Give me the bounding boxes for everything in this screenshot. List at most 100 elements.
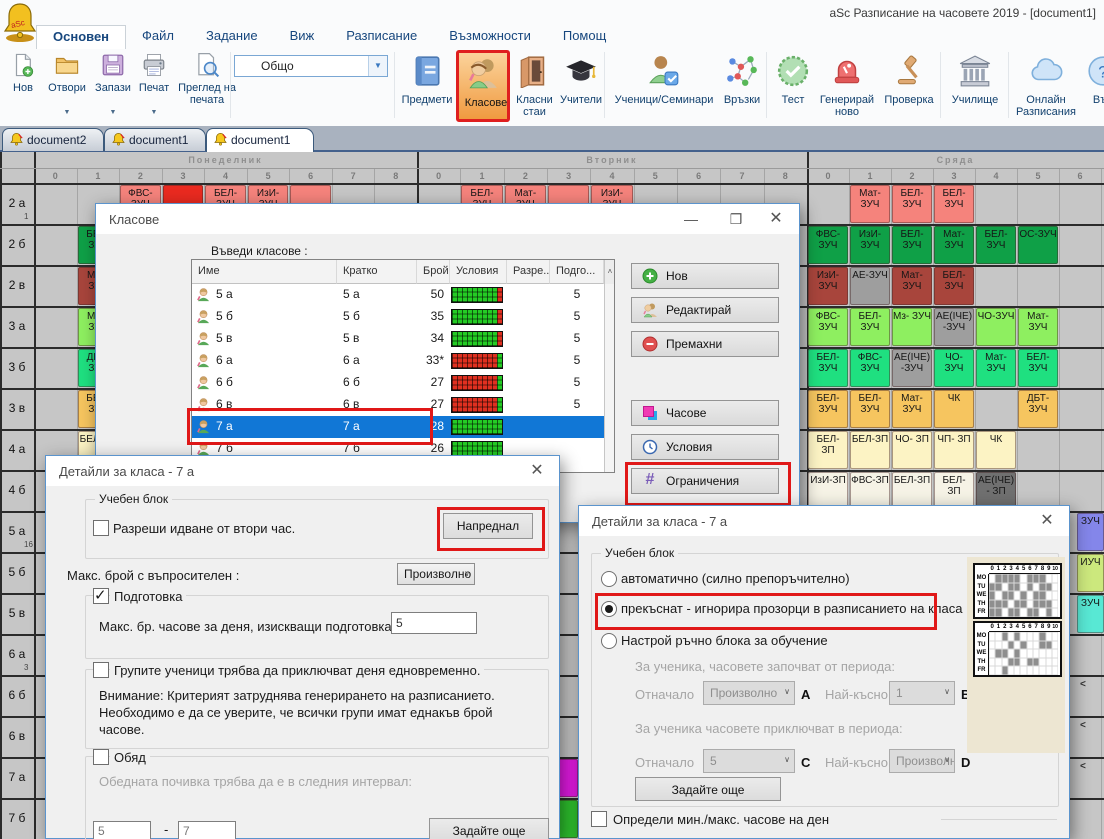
lesson-cell[interactable]: АЕ(IЧЕ)-ЗУЧ <box>934 308 974 346</box>
lunch-checkbox[interactable] <box>93 749 109 765</box>
preparation-checkbox[interactable] <box>93 588 109 604</box>
conditions-grid[interactable] <box>451 397 503 413</box>
row-label-class[interactable]: 3 а <box>0 306 34 347</box>
toolbar-button[interactable]: Отвори▼ <box>44 50 90 124</box>
document-tab[interactable]: document2 <box>2 128 104 151</box>
ribbon-button-students-check[interactable]: Ученици/Семинари <box>612 50 716 122</box>
row-label-class[interactable]: 2 а <box>0 183 34 224</box>
row-label-class[interactable]: 4 а <box>0 429 34 470</box>
lessons-squares-button[interactable]: Часове <box>631 400 779 426</box>
menu-item-Възможности[interactable]: Възможности <box>433 25 547 48</box>
column-header[interactable]: Име <box>192 260 337 284</box>
max-questionable-combobox[interactable]: Произволно∨ <box>397 563 475 585</box>
column-header[interactable]: Подго... <box>550 260 604 284</box>
close-icon[interactable]: ✕ <box>760 207 792 231</box>
start-earliest-combobox[interactable]: Произволно∨ <box>703 681 795 705</box>
row-label-class[interactable]: 2 б <box>0 224 34 265</box>
lesson-cell[interactable]: АЕ(IЧЕ)-ЗУЧ <box>892 349 932 387</box>
lesson-cell[interactable]: ЧП- ЗП <box>934 431 974 469</box>
study-block-radio[interactable] <box>601 601 617 617</box>
document-tab[interactable]: document1 <box>104 128 206 151</box>
lesson-cell[interactable]: ЧО- ЗП <box>892 431 932 469</box>
row-label-class[interactable]: 6 а <box>0 634 34 675</box>
lesson-cell[interactable]: < <box>1080 677 1096 715</box>
lunch-from-input[interactable] <box>93 821 151 839</box>
lesson-cell[interactable]: ЧО- ЗУЧ <box>934 349 974 387</box>
remove-minus-button[interactable]: Премахни <box>631 331 779 357</box>
add-plus-button[interactable]: Нов <box>631 263 779 289</box>
column-header[interactable]: Условия <box>450 260 507 284</box>
column-header[interactable]: Разре... <box>507 260 550 284</box>
view-combobox[interactable]: Общо ▼ <box>234 55 388 77</box>
lesson-cell[interactable]: ЧО-ЗУЧ <box>976 308 1016 346</box>
ribbon-button-test-check-badge[interactable]: Тест <box>770 50 816 122</box>
lesson-cell[interactable]: ИУЧ <box>1077 554 1104 592</box>
lesson-cell[interactable]: БЕЛ-ЗУЧ <box>892 185 932 223</box>
lesson-cell[interactable]: < <box>1080 759 1096 797</box>
lesson-cell[interactable]: ФВС-ЗУЧ <box>808 308 848 346</box>
menu-item-Разписание[interactable]: Разписание <box>330 25 433 48</box>
lesson-cell[interactable]: ИзИ-ЗУЧ <box>808 267 848 305</box>
ribbon-button-links-molecule[interactable]: Връзки <box>718 50 766 122</box>
class-row[interactable]: 7 а7 а28 <box>192 416 604 438</box>
study-block-radio[interactable] <box>601 633 617 649</box>
asc-bell-logo-icon[interactable]: aSc <box>2 1 38 43</box>
lesson-cell[interactable]: БЕЛ-ЗУЧ <box>850 390 890 428</box>
scroll-up-button[interactable]: ˄ <box>604 260 615 284</box>
row-label-class[interactable]: 6 б <box>0 675 34 716</box>
lesson-cell[interactable]: ЗУЧ <box>1077 595 1104 633</box>
lesson-cell[interactable]: БЕЛ-ЗУЧ <box>1018 349 1058 387</box>
lesson-cell[interactable]: ЧК <box>934 390 974 428</box>
conditions-grid[interactable] <box>451 419 503 435</box>
class-row[interactable]: 5 а5 а505 <box>192 284 604 306</box>
lesson-cell[interactable]: БЕЛ-ЗУЧ <box>808 390 848 428</box>
toolbar-button[interactable]: Нов <box>4 50 42 124</box>
door-icon[interactable] <box>116 400 166 456</box>
chevron-down-icon[interactable]: ▼ <box>44 110 90 116</box>
lesson-cell[interactable]: ЧК <box>976 431 1016 469</box>
start-latest-combobox[interactable]: 1∨ <box>889 681 955 705</box>
lesson-cell[interactable]: ФВС-ЗУЧ <box>808 226 848 264</box>
lesson-cell[interactable]: ДБТ-ЗУЧ <box>1018 390 1058 428</box>
toolbar-button[interactable]: Печат▼ <box>134 50 174 124</box>
ribbon-button-classes-people[interactable]: Класове <box>456 50 510 122</box>
transfer-student-icon[interactable] <box>109 332 167 390</box>
lesson-cell[interactable]: Мат-ЗУЧ <box>976 349 1016 387</box>
edit-person-button[interactable]: Редактирай <box>631 297 779 323</box>
close-icon[interactable]: ✕ <box>1031 509 1063 533</box>
ribbon-button-online-cloud[interactable]: Онлайн Разписания <box>1012 50 1080 122</box>
row-label-class[interactable]: 7 а <box>0 757 34 798</box>
chevron-down-icon[interactable]: ▼ <box>134 110 174 116</box>
lesson-cell[interactable]: БЕЛ-ЗУЧ <box>976 226 1016 264</box>
lesson-cell[interactable]: < <box>1080 718 1096 756</box>
ribbon-button-school-building[interactable]: Училище <box>946 50 1004 122</box>
row-label-class[interactable]: 5 б <box>0 552 34 593</box>
conditions-grid[interactable] <box>451 309 503 325</box>
menu-item-Задание[interactable]: Задание <box>190 25 274 48</box>
row-label-class[interactable]: 4 б <box>0 470 34 511</box>
ribbon-button-teachers-cap[interactable]: Учители <box>558 50 604 122</box>
end-earliest-combobox[interactable]: 5∨ <box>703 749 795 773</box>
minmax-checkbox[interactable] <box>591 811 607 827</box>
ribbon-button-verify-gavel[interactable]: Проверка <box>878 50 940 122</box>
study-block-radio[interactable] <box>601 571 617 587</box>
ribbon-button-classroom-door[interactable]: Класни стаи <box>512 50 557 122</box>
lesson-cell[interactable]: Мат-ЗУЧ <box>934 226 974 264</box>
lesson-cell[interactable]: БЕЛ-ЗУЧ <box>892 226 932 264</box>
menu-item-Файл[interactable]: Файл <box>126 25 190 48</box>
document-tab[interactable]: document1 <box>206 128 314 152</box>
constraints-hash-button[interactable]: Ограничения# <box>631 468 779 494</box>
ribbon-button-help-question[interactable]: ?Въп <box>1080 50 1104 122</box>
advanced-button[interactable]: Напреднал <box>443 513 533 539</box>
lesson-cell[interactable]: БЕЛ-ЗУЧ <box>808 349 848 387</box>
class-row[interactable]: 6 в6 в275 <box>192 394 604 416</box>
row-label-class[interactable]: 3 б <box>0 347 34 388</box>
menu-item-Основен[interactable]: Основен <box>36 25 126 49</box>
toolbar-button[interactable]: Преглед на печата <box>176 50 238 124</box>
lesson-cell[interactable]: Мат-ЗУЧ <box>1018 308 1058 346</box>
column-header[interactable]: Кратко <box>337 260 417 284</box>
lesson-cell[interactable]: БЕЛ-ЗУЧ <box>934 267 974 305</box>
class-row[interactable]: 6 а6 а33*5 <box>192 350 604 372</box>
row-label-class[interactable]: 6 в <box>0 716 34 757</box>
ribbon-button-generate-siren[interactable]: Генерирай ново <box>818 50 876 122</box>
